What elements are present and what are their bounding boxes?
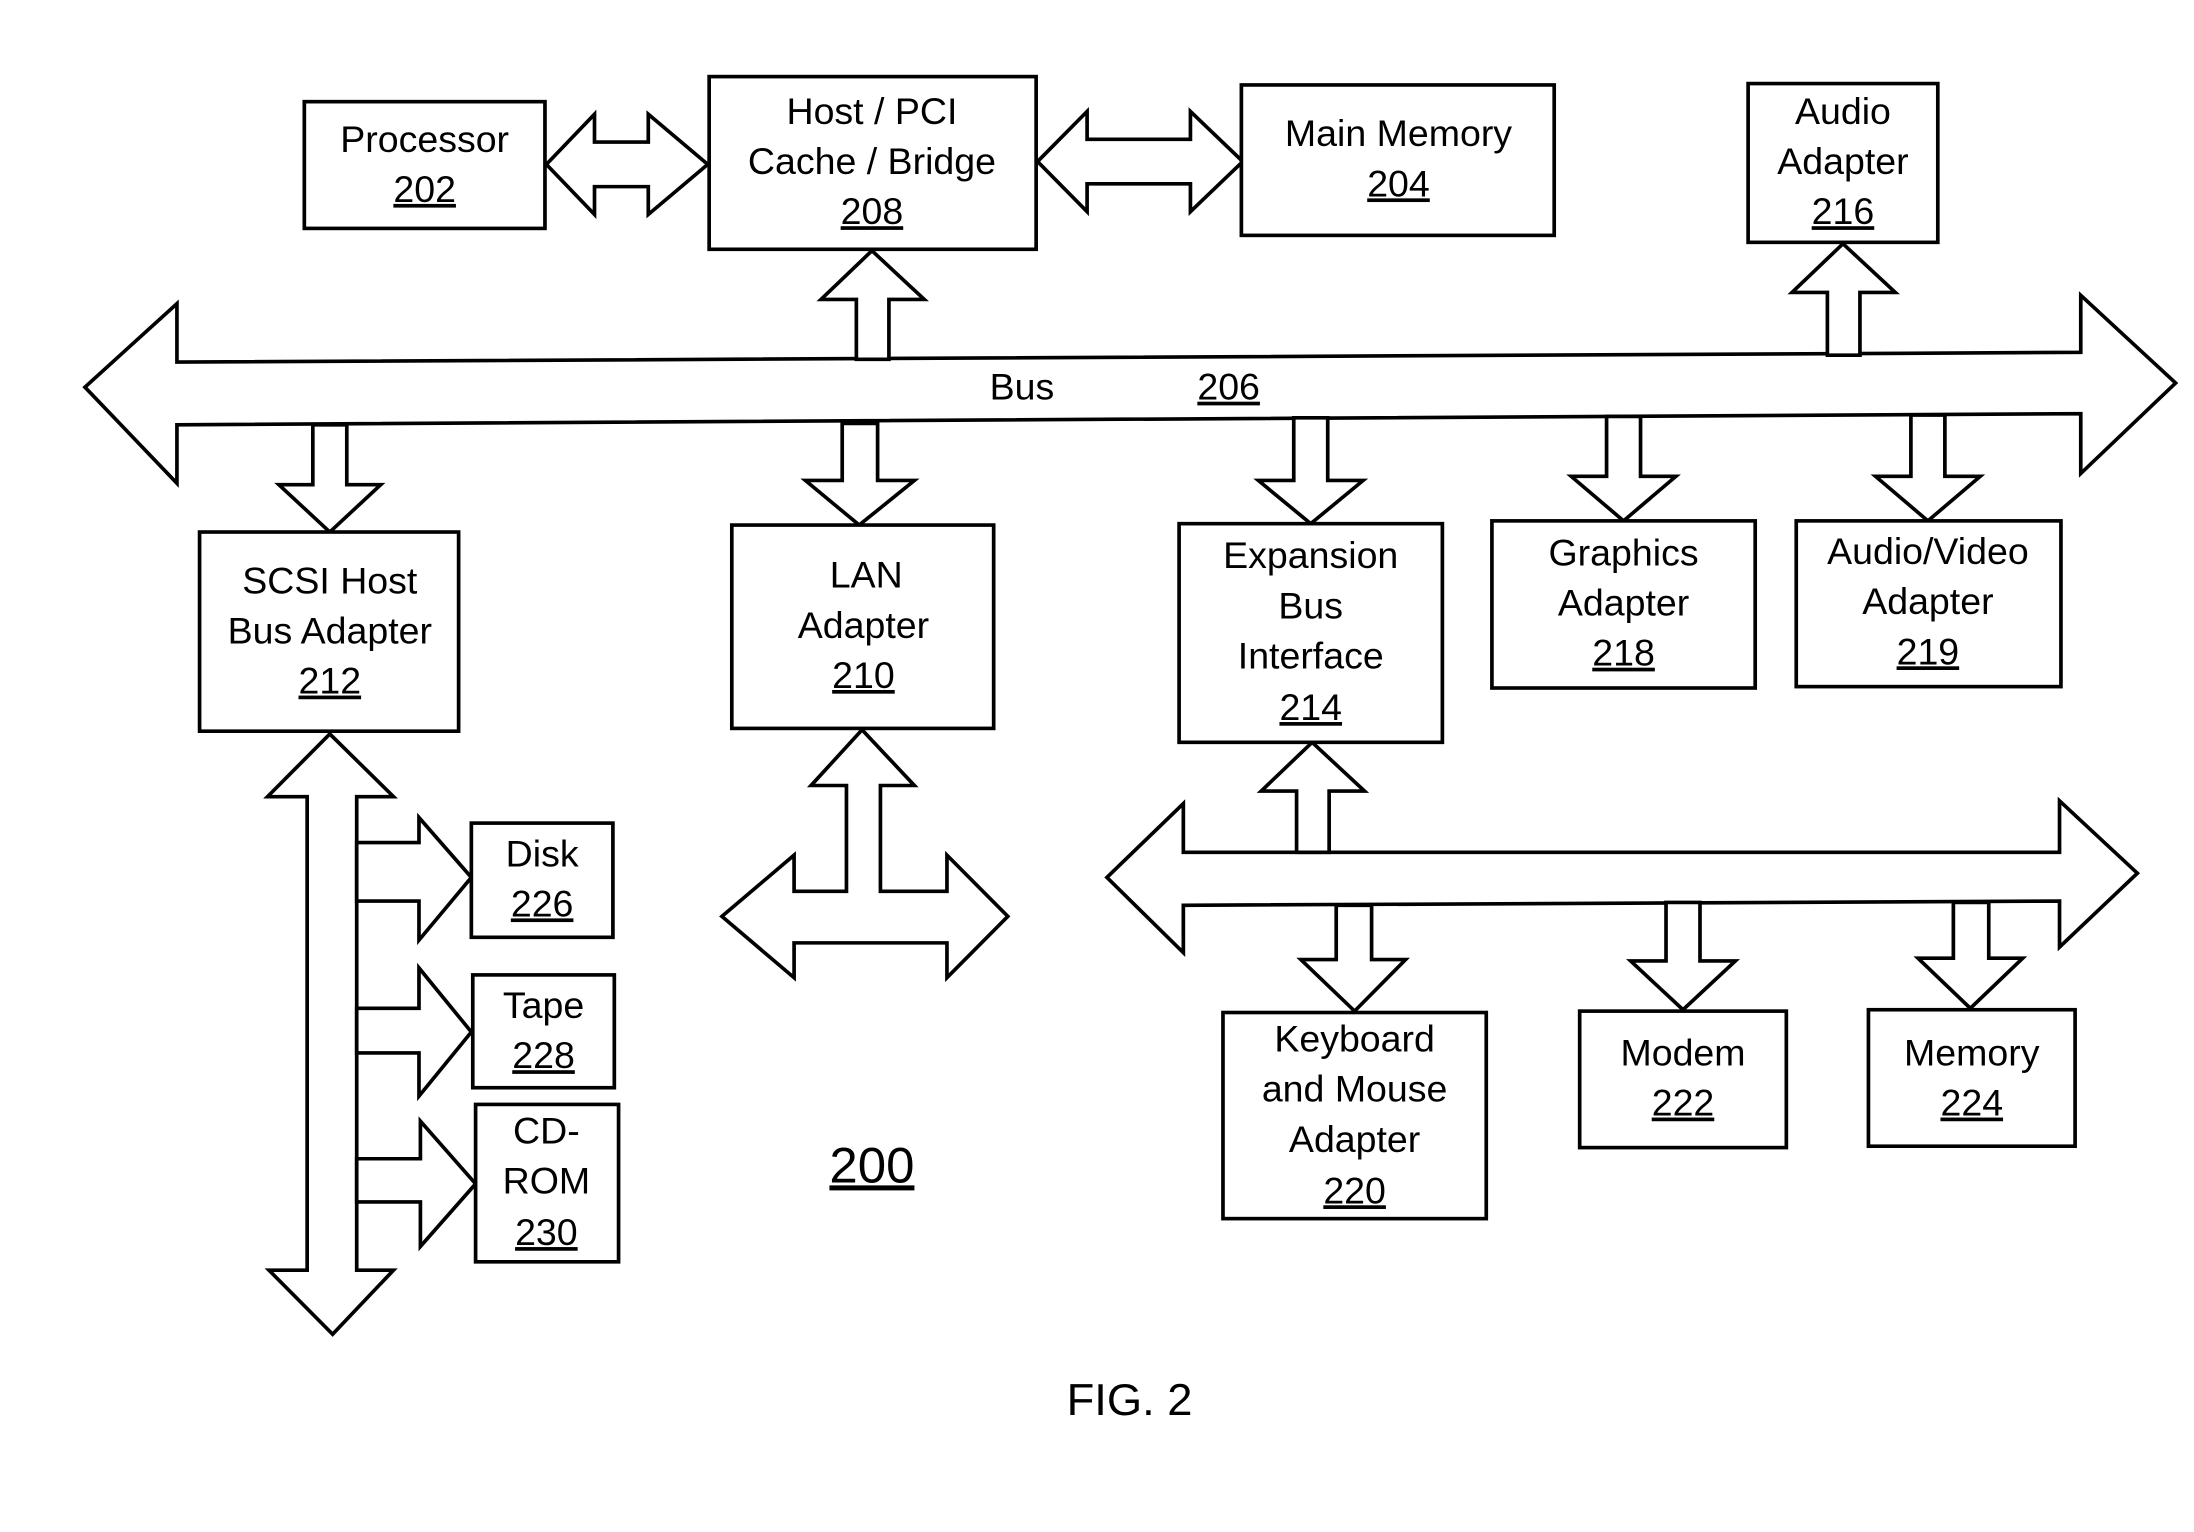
host-bridge-number: 208 (841, 191, 904, 233)
lan-adapter-arrow (719, 727, 1011, 983)
expansion-bus-to-interface-arrow (1256, 739, 1370, 855)
audio-adapter-label-line2: Adapter (1777, 140, 1908, 182)
audio-adapter-box: Audio Adapter 216 (1746, 81, 1940, 245)
expansion-number: 214 (1279, 686, 1342, 728)
tape-number: 228 (512, 1034, 575, 1076)
expansion-bus-interface-box: Expansion Bus Interface 214 (1177, 521, 1445, 745)
host-bridge-label-line2: Cache / Bridge (748, 140, 996, 182)
bus-to-graphics-arrow (1566, 414, 1681, 524)
memory-number: 224 (1940, 1082, 2003, 1124)
disk-box: Disk 226 (469, 821, 615, 940)
bus-label: Bus (990, 366, 1055, 408)
bus-to-scsi-arrow (274, 422, 386, 535)
av-label-line2: Adapter (1862, 580, 1993, 622)
host-bridge-box: Host / PCI Cache / Bridge 208 (707, 74, 1038, 252)
figure-reference-number: 200 (829, 1137, 914, 1194)
scsi-to-cdrom-arrow (354, 1116, 479, 1252)
graphics-number: 218 (1592, 632, 1655, 674)
bus-to-av-arrow (1870, 413, 1986, 524)
bus-to-bridge-arrow (816, 248, 929, 362)
cdrom-box: CD- ROM 230 (473, 1102, 621, 1264)
data-processing-system-diagram: Bus 206 Processor 202 Host / PCI Cache /… (82, 74, 2179, 1425)
tape-box: Tape 228 (470, 973, 617, 1090)
kbd-label-line2: and Mouse (1262, 1068, 1448, 1110)
expansion-to-modem-arrow (1626, 900, 1741, 1013)
bus-to-audio-arrow (1787, 241, 1900, 357)
main-memory-label: Main Memory (1285, 113, 1513, 155)
processor-label: Processor (340, 118, 509, 160)
modem-number: 222 (1652, 1082, 1715, 1124)
audio-adapter-label-line1: Audio (1795, 90, 1891, 132)
expansion-label-line1: Expansion (1223, 535, 1398, 577)
lan-adapter-label-line2: Adapter (798, 604, 929, 646)
kbd-mouse-adapter-box: Keyboard and Mouse Adapter 220 (1221, 1010, 1489, 1221)
bridge-memory-arrow (1034, 106, 1246, 217)
kbd-number: 220 (1323, 1170, 1386, 1212)
memory-box: Memory 224 (1866, 1007, 2077, 1149)
av-adapter-box: Audio/Video Adapter 219 (1794, 519, 2063, 689)
lan-adapter-number: 210 (832, 654, 895, 696)
expansion-to-kbd-arrow (1296, 903, 1410, 1014)
graphics-label-line2: Adapter (1558, 582, 1689, 624)
disk-number: 226 (511, 883, 574, 925)
av-number: 219 (1897, 631, 1960, 673)
graphics-label-line1: Graphics (1549, 532, 1699, 574)
bus-to-lan-arrow (800, 421, 920, 528)
system-bus-arrow (82, 291, 2179, 488)
scsi-to-disk-arrow (354, 812, 474, 946)
av-label-line1: Audio/Video (1827, 530, 2029, 572)
processor-box: Processor 202 (302, 99, 547, 231)
main-memory-number: 204 (1367, 163, 1430, 205)
modem-box: Modem 222 (1577, 1009, 1789, 1150)
host-bridge-label-line1: Host / PCI (786, 90, 957, 132)
main-memory-box: Main Memory 204 (1239, 83, 1557, 238)
scsi-adapter-number: 212 (299, 660, 362, 702)
processor-bridge-arrow (543, 109, 711, 220)
disk-label: Disk (506, 833, 579, 875)
expansion-to-memory-arrow (1913, 900, 2028, 1011)
scsi-adapter-label-line2: Bus Adapter (228, 610, 432, 652)
expansion-label-line2: Bus (1278, 585, 1343, 627)
bus-number: 206 (1197, 366, 1260, 408)
scsi-adapter-box: SCSI Host Bus Adapter 212 (197, 530, 461, 733)
audio-adapter-number: 216 (1812, 191, 1875, 233)
expansion-label-line3: Interface (1238, 635, 1384, 677)
tape-label: Tape (503, 984, 584, 1026)
graphics-adapter-box: Graphics Adapter 218 (1490, 519, 1758, 690)
cdrom-label-line2: ROM (503, 1160, 590, 1202)
lan-adapter-box: LAN Adapter 210 (729, 523, 996, 731)
bus-to-expansion-arrow (1253, 416, 1369, 527)
memory-label: Memory (1904, 1032, 2040, 1074)
processor-number: 202 (393, 168, 456, 210)
scsi-to-tape-arrow (354, 962, 474, 1102)
scsi-adapter-label-line1: SCSI Host (242, 560, 418, 602)
lan-adapter-label-line1: LAN (830, 554, 903, 596)
figure-caption: FIG. 2 (1067, 1374, 1193, 1425)
kbd-label-line1: Keyboard (1274, 1018, 1435, 1060)
modem-label: Modem (1620, 1032, 1745, 1074)
cdrom-number: 230 (515, 1211, 578, 1253)
kbd-label-line3: Adapter (1289, 1118, 1420, 1160)
cdrom-label-line1: CD- (513, 1110, 580, 1152)
